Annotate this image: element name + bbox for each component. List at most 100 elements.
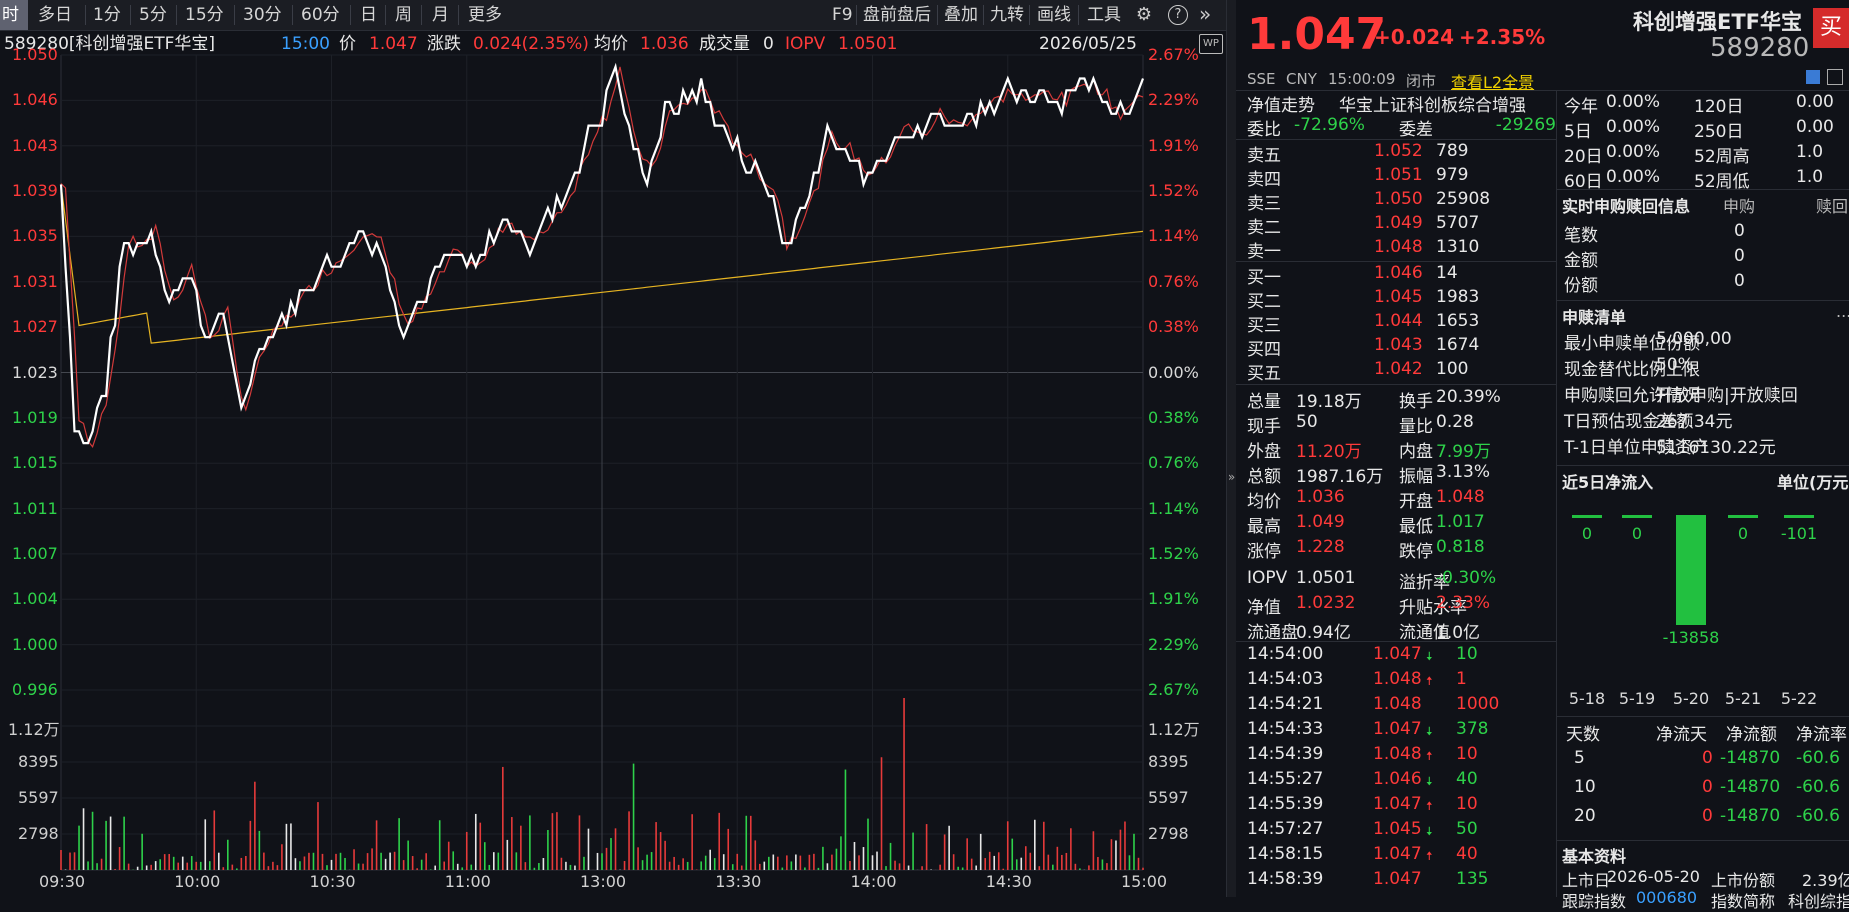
nav-trend-link[interactable]: 净值走势: [1247, 91, 1315, 116]
volume-bar: [975, 866, 977, 870]
netflow-days: 10: [1574, 777, 1596, 797]
volume-tick: 5597: [1148, 788, 1189, 807]
weicha-label: 委差: [1399, 115, 1433, 140]
volume-bar: [777, 857, 779, 870]
tick-volume: 40: [1456, 769, 1478, 789]
ask-label: 卖四: [1247, 165, 1281, 190]
period-label: 今年: [1564, 92, 1598, 117]
volume-bar: [606, 848, 608, 870]
ask-price: 1.050: [1374, 189, 1423, 209]
tick-price: 1.048: [1373, 669, 1422, 689]
track-index-label: 跟踪指数: [1562, 888, 1626, 912]
tick-price: 1.048: [1373, 744, 1422, 764]
volume-tick: 8395: [1148, 752, 1189, 771]
period-value: 0.00%: [1606, 142, 1660, 162]
volume-bar: [849, 861, 851, 870]
volume-bar: [213, 810, 215, 870]
volume-bar: [804, 867, 806, 870]
volume-bar: [299, 861, 301, 870]
price-tick: 1.039: [12, 181, 58, 200]
tick-arrow-icon: 🠅: [1426, 747, 1433, 768]
volume-bar: [173, 857, 175, 870]
volume-bar: [493, 852, 495, 870]
security-name: 科创增强ETF华宝: [1633, 6, 1802, 36]
volume-bar: [358, 864, 360, 870]
volume-bar: [1048, 855, 1050, 870]
bid-price: 1.042: [1374, 359, 1423, 379]
volume-bar: [218, 853, 220, 870]
netflow-date: 5-18: [1569, 689, 1605, 708]
tick-price: 1.045: [1373, 819, 1422, 839]
edit-icon[interactable]: [1806, 70, 1820, 84]
redeem-row-value: 开放申购|开放赎回: [1656, 381, 1798, 406]
volume-bar: [912, 833, 914, 870]
tick-price: 1.047: [1373, 794, 1422, 814]
stat-label: 最高: [1247, 512, 1281, 537]
expand-icon[interactable]: [1827, 69, 1843, 85]
volume-bar: [146, 865, 148, 870]
price-tick: 1.000: [12, 635, 58, 654]
ask-price: 1.052: [1374, 141, 1423, 161]
subscribe-col: 申购: [1723, 193, 1755, 217]
period-label: 5日: [1564, 117, 1592, 142]
volume-bar: [655, 822, 657, 870]
tick-volume: 40: [1456, 844, 1478, 864]
volume-bar: [1120, 830, 1122, 870]
price-change-pct: +2.35%: [1459, 25, 1545, 49]
volume-bar: [412, 856, 414, 870]
volume-bar: [204, 819, 206, 870]
stat-value: 1987.16万: [1296, 462, 1383, 487]
volume-bar: [687, 862, 689, 870]
volume-bar: [1043, 822, 1045, 870]
volume-bar: [786, 855, 788, 870]
volume-bar: [83, 808, 85, 870]
volume-bar: [890, 843, 892, 870]
exchange: SSE: [1247, 70, 1276, 88]
volume-bar: [344, 858, 346, 870]
period-value: 0.00: [1796, 92, 1834, 112]
stat-label: 内盘: [1399, 437, 1433, 462]
price-tick: 1.004: [12, 589, 58, 608]
redeem-row-value: 50%: [1656, 355, 1694, 375]
volume-bar: [164, 854, 166, 870]
more-icon[interactable]: ...: [1836, 302, 1849, 321]
index-abbr-value: 科创综指: [1788, 888, 1849, 912]
volume-bar: [1097, 857, 1099, 870]
volume-bar: [723, 854, 725, 870]
volume-bar: [159, 859, 161, 870]
time-tick: 15:00: [1121, 872, 1167, 891]
volume-bar: [1106, 863, 1108, 870]
volume-bar: [137, 867, 139, 870]
netflow-amount: -14870: [1720, 748, 1780, 768]
pct-tick: 0.76%: [1148, 272, 1199, 291]
last-price: 1.047: [1247, 10, 1386, 60]
volume-bar: [588, 829, 590, 870]
volume-bar: [565, 862, 567, 870]
volume-bar: [430, 869, 432, 870]
quote-time: 15:00:09: [1328, 70, 1395, 88]
volume-bar: [791, 861, 793, 870]
netflow-bar: [1728, 515, 1758, 518]
stat-value: 3.13%: [1436, 462, 1490, 482]
tick-arrow-icon: 🠇: [1426, 647, 1433, 668]
volume-bar: [894, 861, 896, 870]
volume-bar: [682, 858, 684, 870]
stat-label: 开盘: [1399, 487, 1433, 512]
volume-bar: [768, 857, 770, 870]
volume-bar: [227, 840, 229, 870]
volume-bar: [971, 859, 973, 870]
tick-price: 1.047: [1373, 644, 1422, 664]
volume-bar: [1070, 828, 1072, 870]
volume-bar: [353, 849, 355, 870]
tick-price: 1.047: [1373, 719, 1422, 739]
volume-bar: [1129, 855, 1131, 870]
tick-time: 14:54:00: [1247, 644, 1323, 664]
volume-bar: [367, 853, 369, 870]
subscribe-row-label: 金额: [1564, 246, 1598, 271]
track-index-code[interactable]: 000680: [1636, 888, 1697, 907]
volume-bar: [782, 868, 784, 870]
buy-button[interactable]: 买: [1813, 8, 1849, 48]
volume-bar: [403, 860, 405, 870]
volume-bar: [845, 770, 847, 870]
price-tick: 1.043: [12, 136, 58, 155]
